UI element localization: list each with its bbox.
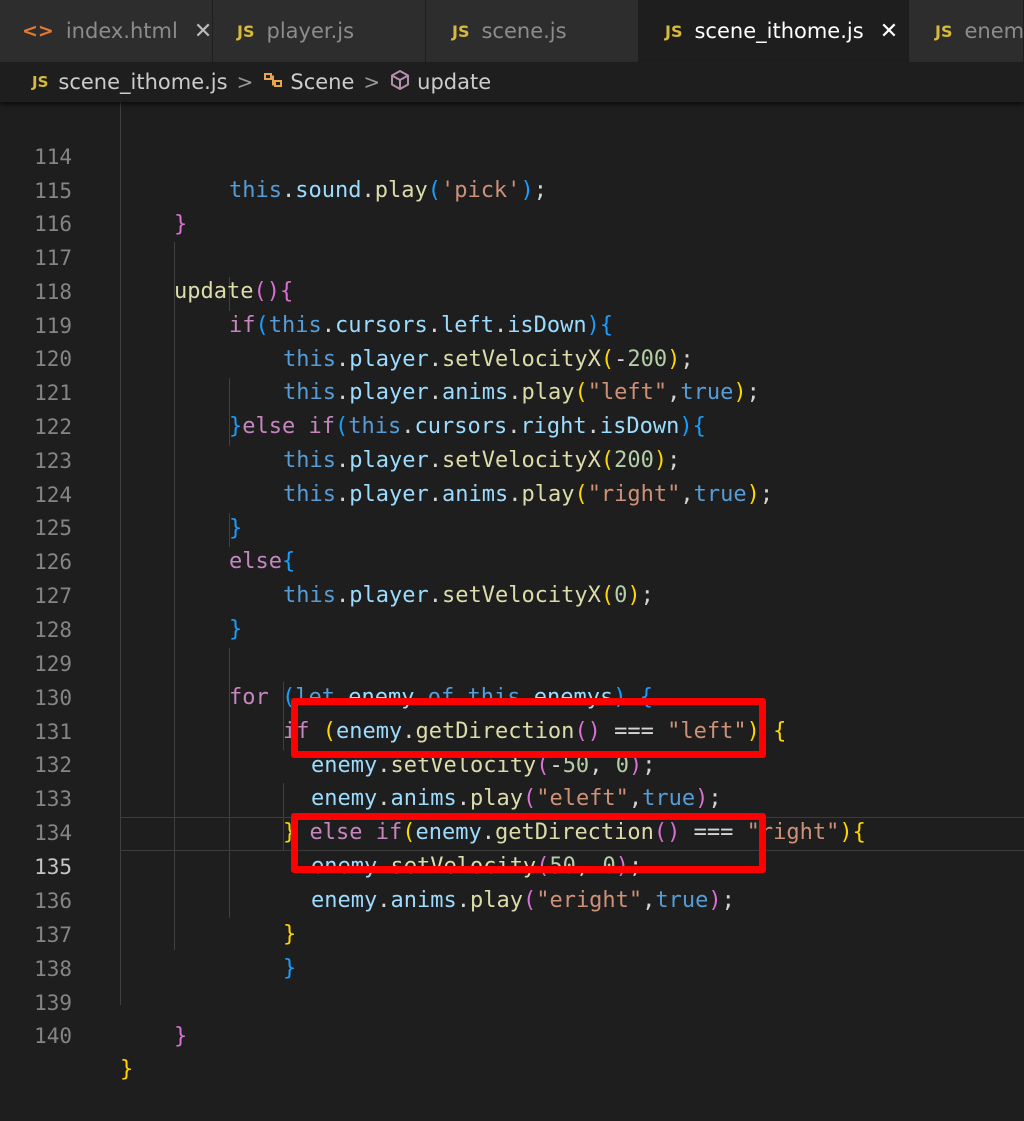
code-line: 128 bbox=[0, 579, 1024, 642]
code-line: 118 if(this.cursors.left.isDown){ bbox=[0, 241, 1024, 338]
method-cube-icon bbox=[389, 69, 411, 96]
code-line: 114 this.sound.play('pick'); bbox=[0, 106, 1024, 203]
code-line: 123 this.player.anims.play("right",true)… bbox=[0, 410, 1024, 507]
breadcrumb-method[interactable]: update bbox=[417, 70, 491, 94]
code-line: 115 } bbox=[0, 140, 1024, 237]
code-line: 122 this.player.setVelocityX(200); bbox=[0, 376, 1024, 473]
highlight-box-eleft bbox=[291, 698, 766, 758]
code-line: 116 bbox=[0, 173, 1024, 236]
code-line: 120 this.player.anims.play("left",true); bbox=[0, 308, 1024, 405]
code-text: } bbox=[120, 1057, 134, 1082]
code-line: 140 } bbox=[0, 985, 1024, 1082]
breadcrumb: JS scene_ithome.js > Scene > update bbox=[0, 62, 1024, 102]
code-line: 126 this.player.setVelocityX(0); bbox=[0, 511, 1024, 608]
code-editor[interactable]: 114 this.sound.play('pick'); 115 } 116 1… bbox=[0, 0, 1024, 1082]
js-icon: JS bbox=[32, 73, 49, 91]
code-line: 138 bbox=[0, 918, 1024, 981]
code-line: 121 }else if(this.cursors.right.isDown){ bbox=[0, 342, 1024, 439]
code-line: 127 } bbox=[0, 545, 1024, 642]
class-icon bbox=[262, 70, 284, 95]
code-line: 129 for (let enemy of this.enemys) { bbox=[0, 613, 1024, 710]
line-number: 140 bbox=[34, 1024, 72, 1048]
code-line: 125 else{ bbox=[0, 477, 1024, 574]
code-line: 130 if (enemy.getDirection() === "left")… bbox=[0, 647, 1024, 744]
code-line: 139 } bbox=[0, 952, 1024, 1049]
code-line: 124 } bbox=[0, 444, 1024, 541]
chevron-right-icon: > bbox=[363, 70, 381, 94]
breadcrumb-class[interactable]: Scene bbox=[290, 70, 354, 94]
code-line: 137 } bbox=[0, 884, 1024, 981]
code-line: 117 update(){ bbox=[0, 207, 1024, 304]
breadcrumb-file[interactable]: scene_ithome.js bbox=[58, 70, 227, 94]
highlight-box-eright bbox=[291, 813, 766, 873]
chevron-right-icon: > bbox=[236, 70, 254, 94]
code-line: 119 this.player.setVelocityX(-200); bbox=[0, 275, 1024, 372]
code-line: 134 enemy.setVelocity(50, 0); bbox=[0, 782, 1024, 879]
code-text: } bbox=[174, 1024, 188, 1049]
